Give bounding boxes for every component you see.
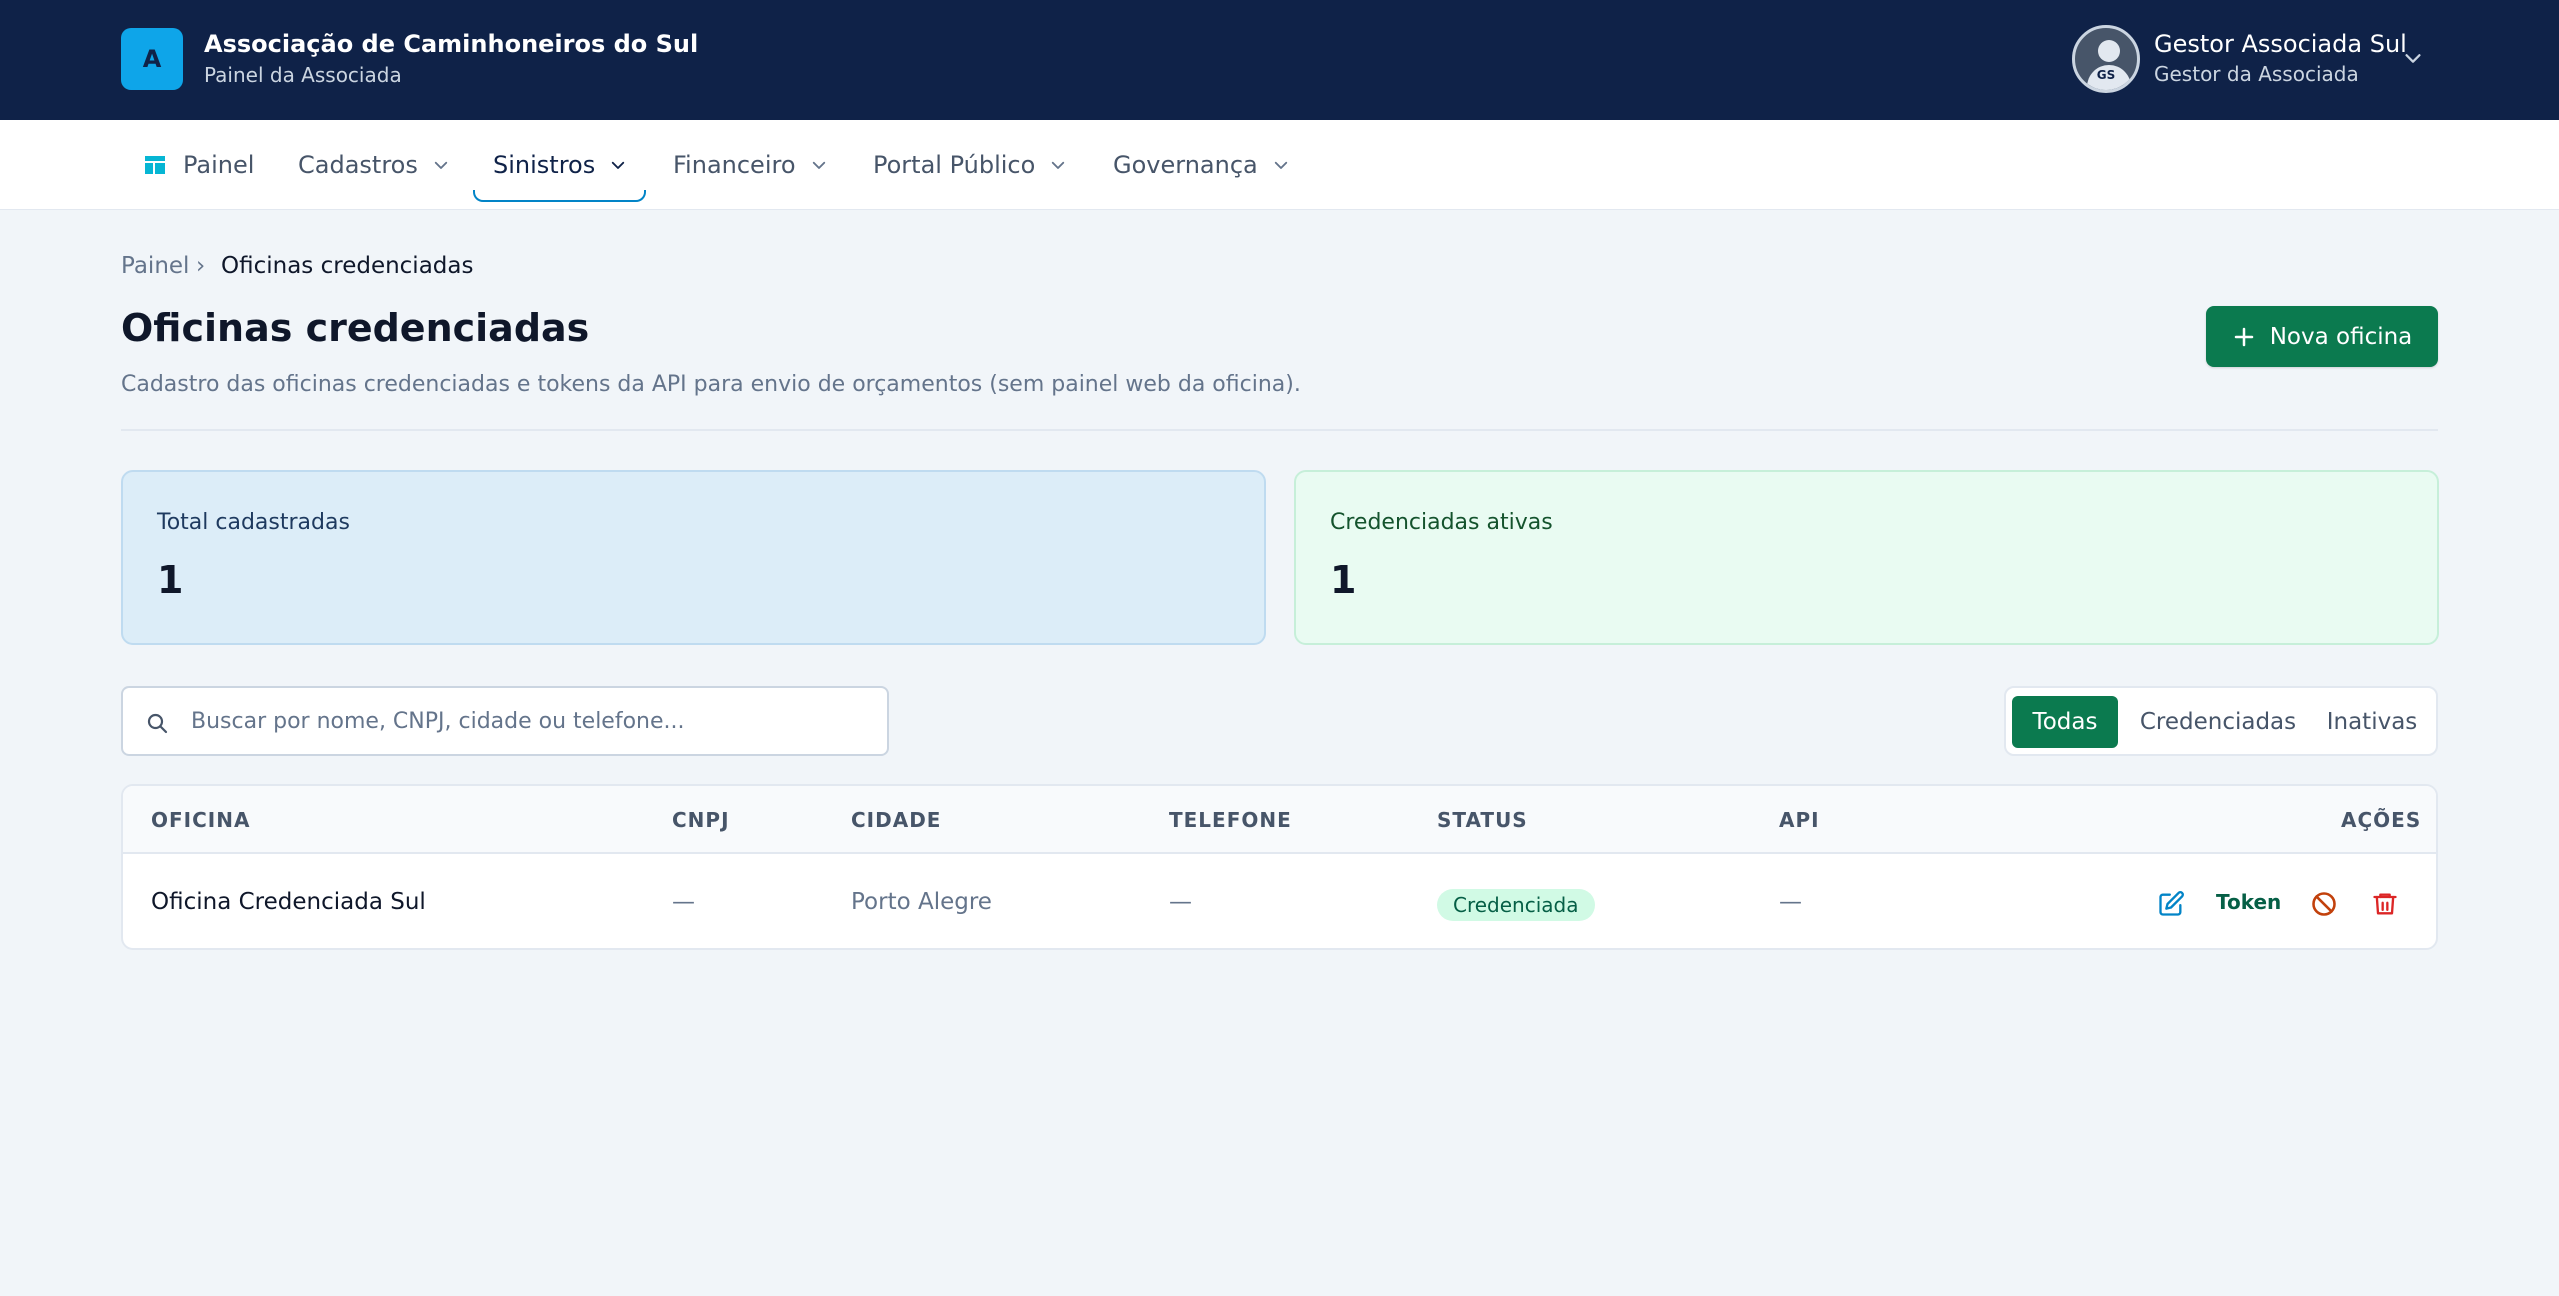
new-workshop-label: Nova oficina <box>2269 323 2413 350</box>
user-name[interactable]: Gestor Associada Sul <box>2154 30 2407 58</box>
cell-cnpj: — <box>672 889 695 915</box>
brand-subtitle: Painel da Associada <box>204 63 402 87</box>
column-header-cidade: CIDADE <box>851 808 942 832</box>
cell-cidade: Porto Alegre <box>851 889 992 915</box>
cell-telefone: — <box>1169 889 1192 915</box>
nav-item-label: Sinistros <box>493 151 596 179</box>
breadcrumb-current: Oficinas credenciadas <box>221 253 474 279</box>
user-menu-chevron-icon[interactable] <box>2402 47 2424 69</box>
chevron-down-icon <box>434 161 448 169</box>
top-header: A Associação de Caminhoneiros do Sul Pai… <box>0 0 2559 120</box>
column-header-status: STATUS <box>1437 808 1528 832</box>
cell-oficina: Oficina Credenciada Sul <box>151 889 426 915</box>
nav-item-painel[interactable]: Painel <box>143 120 254 210</box>
column-header-api: API <box>1779 808 1820 832</box>
avatar-initials: GS <box>2096 68 2116 82</box>
new-workshop-button[interactable]: Nova oficina <box>2206 306 2438 367</box>
status-filter-group: Todas Credenciadas Inativas <box>2004 686 2438 756</box>
dashboard-icon <box>145 156 165 174</box>
avatar[interactable]: GS <box>2072 25 2140 93</box>
main-nav: Painel Cadastros Sinistros Financeiro Po… <box>0 120 2559 210</box>
column-header-acoes: AÇÕES <box>2341 808 2422 832</box>
chevron-down-icon <box>1052 161 1065 169</box>
chevron-down-icon <box>612 161 625 169</box>
chevron-down-icon <box>1274 161 1287 169</box>
stat-label: Total cadastradas <box>157 510 350 535</box>
cell-api: — <box>1779 889 1802 915</box>
stat-card-active: Credenciadas ativas 1 <box>1294 470 2439 645</box>
column-header-telefone: TELEFONE <box>1169 808 1292 832</box>
nav-item-label: Governança <box>1113 151 1258 179</box>
breadcrumb-separator: › <box>196 253 206 279</box>
header-divider <box>121 429 2438 431</box>
page-title: Oficinas credenciadas <box>121 306 590 350</box>
chevron-down-icon <box>812 161 825 169</box>
deactivate-icon[interactable] <box>2310 890 2338 918</box>
workshops-table: OFICINA CNPJ CIDADE TELEFONE STATUS API … <box>121 784 2438 950</box>
brand-name: Associação de Caminhoneiros do Sul <box>204 30 699 58</box>
filter-inativas[interactable]: Inativas <box>2314 696 2430 748</box>
stat-card-total: Total cadastradas 1 <box>121 470 1266 645</box>
user-role: Gestor da Associada <box>2154 62 2359 86</box>
search-box <box>121 686 889 756</box>
brand-logo[interactable]: A <box>121 28 183 90</box>
delete-icon[interactable] <box>2371 890 2399 918</box>
nav-item-label: Portal Público <box>873 151 1036 179</box>
nav-item-governanca[interactable]: Governança <box>1113 120 1290 210</box>
filter-credenciadas[interactable]: Credenciadas <box>2128 696 2308 748</box>
token-button[interactable]: Token <box>2216 890 2281 914</box>
search-input[interactable] <box>191 698 871 744</box>
stat-value: 1 <box>1330 558 1357 602</box>
search-icon <box>147 713 168 734</box>
nav-item-label: Painel <box>183 151 255 179</box>
edit-icon[interactable] <box>2157 890 2185 918</box>
breadcrumb-home-link[interactable]: Painel <box>121 253 189 279</box>
status-badge: Credenciada <box>1437 889 1595 921</box>
nav-item-label: Cadastros <box>298 151 418 179</box>
nav-item-portal-publico[interactable]: Portal Público <box>873 120 1067 210</box>
active-tab-indicator <box>473 190 646 202</box>
column-header-cnpj: CNPJ <box>672 808 730 832</box>
filter-todas[interactable]: Todas <box>2012 696 2118 748</box>
avatar-person-icon <box>2098 40 2120 62</box>
nav-item-label: Financeiro <box>673 151 796 179</box>
nav-item-financeiro[interactable]: Financeiro <box>673 120 828 210</box>
nav-item-cadastros[interactable]: Cadastros <box>298 120 450 210</box>
stat-value: 1 <box>157 558 184 602</box>
page-description: Cadastro das oficinas credenciadas e tok… <box>121 372 1301 397</box>
table-header: OFICINA CNPJ CIDADE TELEFONE STATUS API … <box>123 786 2436 854</box>
stat-label: Credenciadas ativas <box>1330 510 1553 535</box>
plus-icon <box>2234 327 2253 346</box>
column-header-oficina: OFICINA <box>151 808 251 832</box>
